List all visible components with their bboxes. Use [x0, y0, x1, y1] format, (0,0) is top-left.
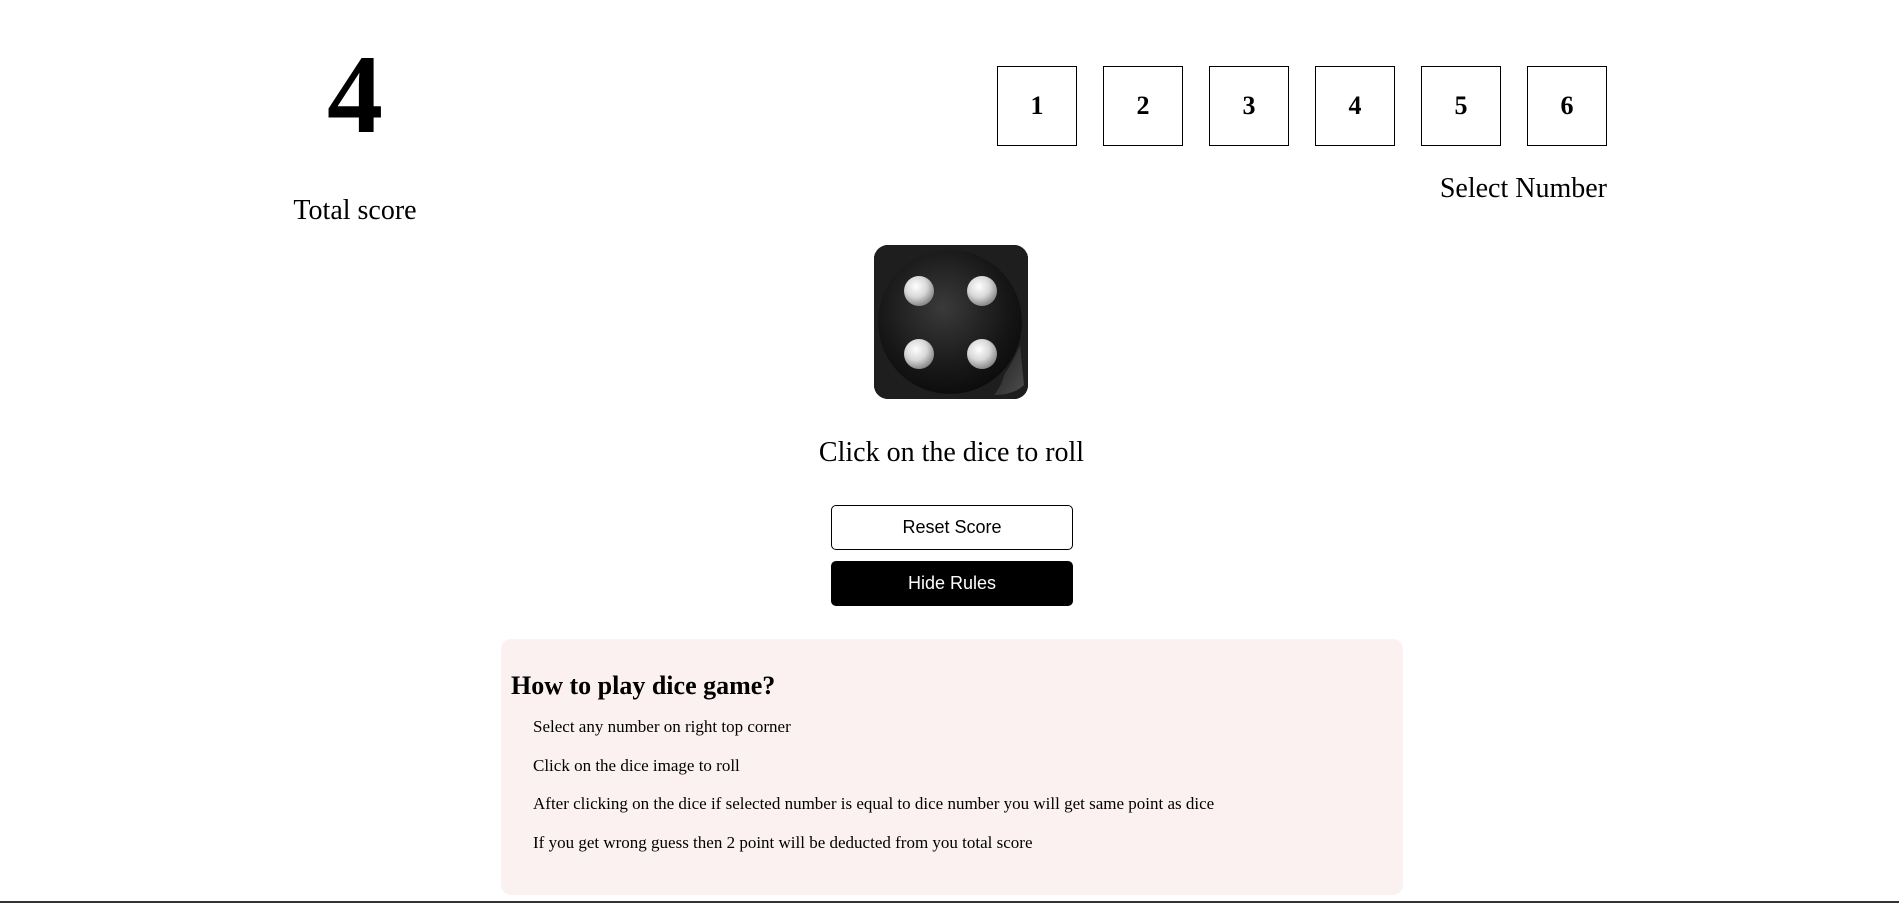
number-box-1[interactable]: 1	[997, 66, 1077, 146]
number-box-row: 1 2 3 4 5 6	[997, 66, 1607, 146]
select-number-label: Select Number	[1439, 173, 1607, 204]
dice-pip	[967, 276, 997, 306]
rules-item: Select any number on right top corner	[533, 717, 791, 736]
hide-rules-button[interactable]: Hide Rules	[831, 561, 1073, 606]
dice-game-page: 4 Total score 1 2 3 4 5 6 Select Number	[0, 0, 1899, 904]
number-selector: 1 2 3 4 5 6 Select Number	[997, 66, 1607, 205]
number-box-2[interactable]: 2	[1103, 66, 1183, 146]
dice-pip	[967, 339, 997, 369]
total-score-label: Total score	[293, 195, 417, 226]
number-box-4[interactable]: 4	[1315, 66, 1395, 146]
dice-face-4-icon[interactable]	[874, 245, 1028, 399]
roll-hint-text: Click on the dice to roll	[818, 437, 1085, 468]
total-score-panel: 4 Total score	[260, 30, 450, 227]
rules-item: Click on the dice image to roll	[533, 755, 740, 775]
number-box-3[interactable]: 3	[1209, 66, 1289, 146]
dice-pip	[904, 339, 934, 369]
reset-score-button[interactable]: Reset Score	[831, 505, 1073, 550]
rules-title: How to play dice game?	[511, 671, 776, 700]
total-score-value: 4	[327, 33, 383, 157]
rules-item: If you get wrong guess then 2 point will…	[533, 832, 1033, 852]
rules-panel: How to play dice game? Select any number…	[501, 639, 1403, 895]
number-box-6[interactable]: 6	[1527, 66, 1607, 146]
dice-pip	[904, 276, 934, 306]
number-box-5[interactable]: 5	[1421, 66, 1501, 146]
dice-svg	[874, 245, 1028, 399]
rules-item: After clicking on the dice if selected n…	[533, 794, 1215, 813]
bottom-divider	[0, 901, 1899, 903]
